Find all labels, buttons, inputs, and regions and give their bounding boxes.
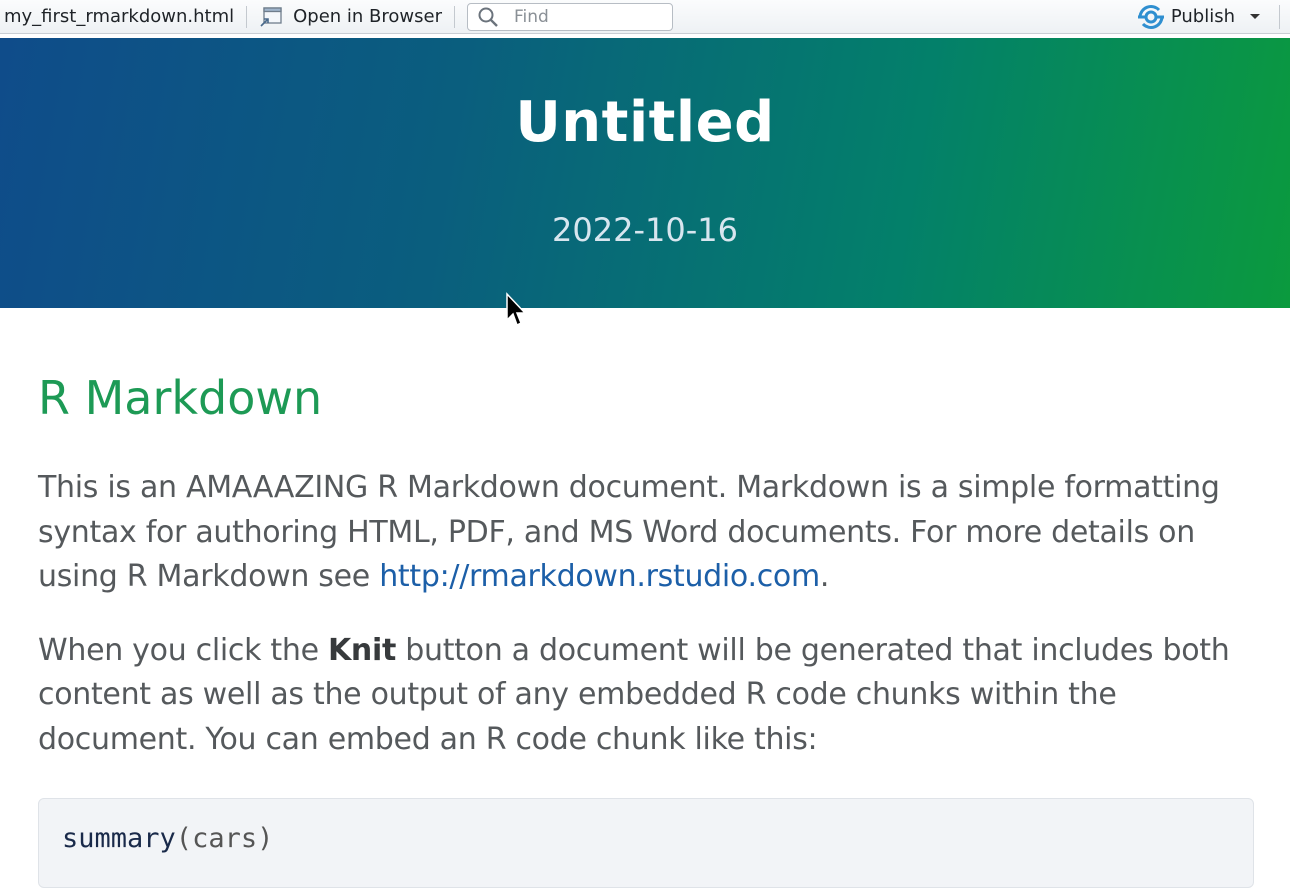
document-body: R Markdown This is an AMAAAZING R Markdo… <box>38 308 1254 888</box>
knit-bold: Knit <box>327 632 397 668</box>
publish-icon <box>1137 4 1164 29</box>
code-function: summary <box>62 823 176 854</box>
open-in-browser-button[interactable]: Open in Browser <box>259 6 442 28</box>
chevron-down-icon[interactable] <box>1249 13 1261 21</box>
file-name: my_first_rmarkdown.html <box>4 6 235 27</box>
section-heading: R Markdown <box>38 371 323 425</box>
code-argument: cars <box>192 823 258 854</box>
toolbar-divider <box>454 5 455 28</box>
intro-end: . <box>819 559 830 594</box>
knit-text-start: When you click the <box>38 632 328 668</box>
toolbar-divider <box>1279 4 1280 29</box>
rmarkdown-link[interactable]: http://rmarkdown.rstudio.com <box>379 559 820 594</box>
open-in-browser-label: Open in Browser <box>293 6 442 27</box>
publish-label: Publish <box>1170 6 1235 27</box>
code-open-paren: ( <box>175 823 193 854</box>
intro-paragraph: This is an AMAAAZING R Markdown document… <box>38 466 1254 600</box>
code-close-paren: ) <box>257 823 274 854</box>
document-title: Untitled <box>515 90 775 155</box>
search-icon <box>478 7 498 27</box>
knit-paragraph: When you click the Knit button a documen… <box>38 629 1254 763</box>
mouse-cursor <box>506 292 527 327</box>
find-box[interactable] <box>467 2 673 31</box>
publish-button[interactable]: Publish <box>1137 4 1261 29</box>
document-date: 2022-10-16 <box>552 211 738 249</box>
open-in-browser-icon <box>260 6 282 27</box>
title-banner: Untitled 2022-10-16 <box>0 38 1290 308</box>
code-chunk: summary(cars) <box>38 798 1254 888</box>
find-input[interactable] <box>512 5 666 28</box>
toolbar-divider <box>246 5 248 28</box>
viewer-toolbar: my_first_rmarkdown.html Open in Browser … <box>0 0 1290 34</box>
